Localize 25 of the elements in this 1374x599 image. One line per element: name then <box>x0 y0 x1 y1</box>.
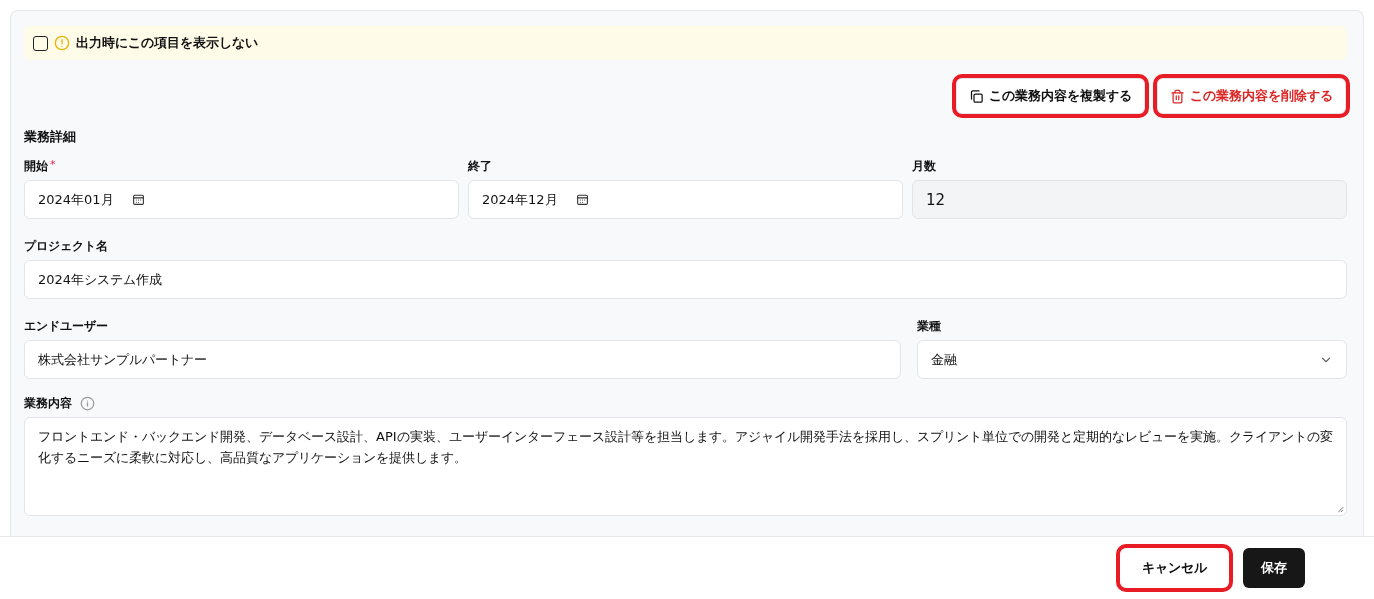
copy-icon <box>969 88 984 104</box>
months-field: 12 <box>912 180 1347 219</box>
project-name-field[interactable]: 2024年システム作成 <box>24 260 1347 299</box>
calendar-icon <box>575 193 589 206</box>
end-user-field[interactable]: 株式会社サンプルパートナー <box>24 340 901 379</box>
field-label: エンドユーザー <box>24 318 108 335</box>
field-label: 開始 <box>24 158 48 175</box>
notice-label: 出力時にこの項目を表示しない <box>76 34 258 52</box>
field-label: 終了 <box>468 158 492 175</box>
field-label: 業務内容 <box>24 395 72 412</box>
trash-icon <box>1170 88 1185 104</box>
field-label: 業種 <box>917 318 941 335</box>
warning-icon <box>54 35 70 51</box>
checkbox[interactable] <box>33 35 48 51</box>
date-field[interactable]: 2024年12月 <box>468 180 903 219</box>
save-button[interactable]: 保存 <box>1243 548 1305 588</box>
required-mark: * <box>50 158 56 171</box>
info-icon <box>80 396 95 411</box>
field-label: プロジェクト名 <box>24 238 108 255</box>
industry-select[interactable]: 金融 <box>917 340 1347 379</box>
description-textarea[interactable]: フロントエンド・バックエンド開発、データベース設計、APIの実装、ユーザーインターフェース設計等を担当します。アジャイル開発手法を採用し、スプリント単位での開発と定期的なレビューを実施。クライアントの変化するニーズに柔軟に対応し、高品質なアプリケーションを提供します。 <box>24 417 1347 516</box>
calendar-icon <box>131 193 145 206</box>
field-label: 月数 <box>912 158 936 175</box>
section-title: 業務詳細 <box>24 128 77 146</box>
date-field[interactable]: 2024年01月 <box>24 180 459 219</box>
